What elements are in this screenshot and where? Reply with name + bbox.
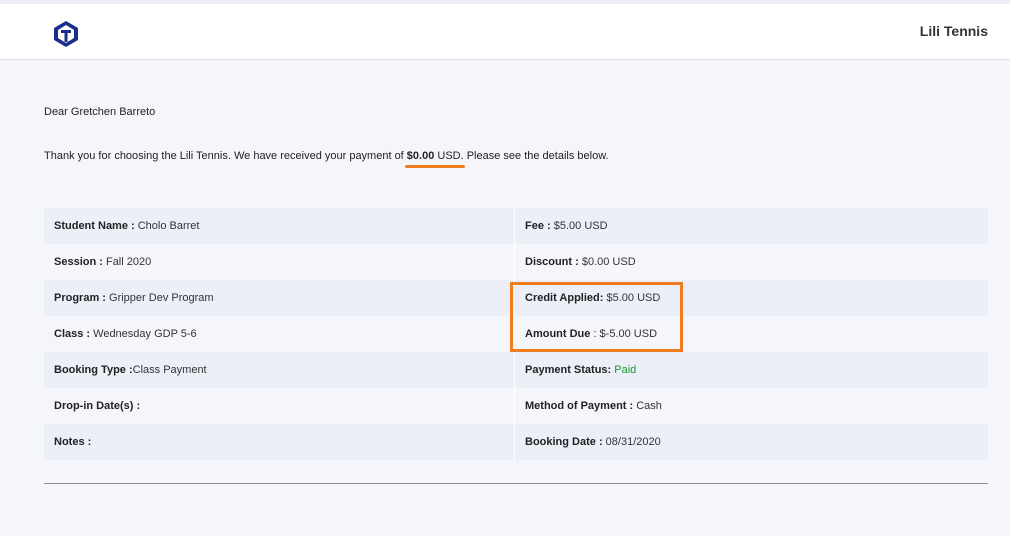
program-cell: Program : Gripper Dev Program (44, 280, 515, 316)
fee-cell: Fee : $5.00 USD (515, 208, 988, 244)
session-value: Fall 2020 (105, 256, 152, 268)
drop-in-dates-label: Drop-in Date(s) : (54, 400, 141, 412)
payment-status-value: Paid (614, 364, 637, 376)
discount-label: Discount : (525, 256, 582, 268)
brand-name: Lili Tennis (919, 23, 988, 39)
booking-type-label: Booking Type : (54, 364, 133, 376)
fee-value: $5.00 USD (553, 220, 608, 232)
payment-currency: USD (434, 150, 461, 162)
footer-divider (44, 483, 988, 484)
payment-status-label: Payment Status: (525, 364, 615, 376)
booking-date-value: 08/31/2020 (605, 436, 661, 448)
session-cell: Session : Fall 2020 (44, 244, 515, 280)
lili-tennis-logo-icon (54, 21, 78, 47)
discount-value: $0.00 USD (581, 256, 636, 268)
table-row: Session : Fall 2020 Discount : $0.00 USD (44, 244, 988, 280)
class-label: Class : (54, 328, 94, 340)
class-value: Wednesday GDP 5-6 (93, 328, 197, 340)
credit-due-highlight-box (510, 282, 683, 352)
greeting: Dear Gretchen Barreto (44, 106, 156, 118)
booking-date-cell: Booking Date : 08/31/2020 (515, 424, 988, 460)
student-name-cell: Student Name : Cholo Barret (44, 208, 515, 244)
class-cell: Class : Wednesday GDP 5-6 (44, 316, 515, 352)
booking-type-cell: Booking Type : Class Payment (44, 352, 515, 388)
program-value: Gripper Dev Program (109, 292, 214, 304)
method-of-payment-value: Cash (636, 400, 662, 412)
method-of-payment-label: Method of Payment : (525, 400, 637, 412)
notes-cell: Notes : (44, 424, 515, 460)
booking-type-value: Class Payment (132, 364, 207, 376)
table-row: Booking Type : Class Payment Payment Stat… (44, 352, 988, 388)
message-text-end: . Please see the details below. (460, 150, 609, 162)
student-name-value: Cholo Barret (137, 220, 200, 232)
notes-label: Notes : (54, 436, 92, 448)
email-header: Lili Tennis (0, 0, 1010, 60)
payment-amount-value: $0.00 (406, 150, 435, 162)
student-name-label: Student Name : (54, 220, 138, 232)
fee-label: Fee : (525, 220, 554, 232)
payment-message: Thank you for choosing the Lili Tennis. … (44, 150, 609, 168)
table-row: Student Name : Cholo Barret Fee : $5.00 … (44, 208, 988, 244)
payment-status-cell: Payment Status: Paid (515, 352, 988, 388)
session-label: Session : (54, 256, 106, 268)
table-row: Drop-in Date(s) : Method of Payment : Ca… (44, 388, 988, 424)
message-text: Thank you for choosing the Lili Tennis. … (44, 150, 407, 162)
drop-in-dates-cell: Drop-in Date(s) : (44, 388, 515, 424)
table-row: Notes : Booking Date : 08/31/2020 (44, 424, 988, 460)
discount-cell: Discount : $0.00 USD (515, 244, 988, 280)
method-of-payment-cell: Method of Payment : Cash (515, 388, 988, 424)
payment-amount: $0.00 USD (404, 150, 465, 168)
program-label: Program : (54, 292, 110, 304)
booking-date-label: Booking Date : (525, 436, 606, 448)
